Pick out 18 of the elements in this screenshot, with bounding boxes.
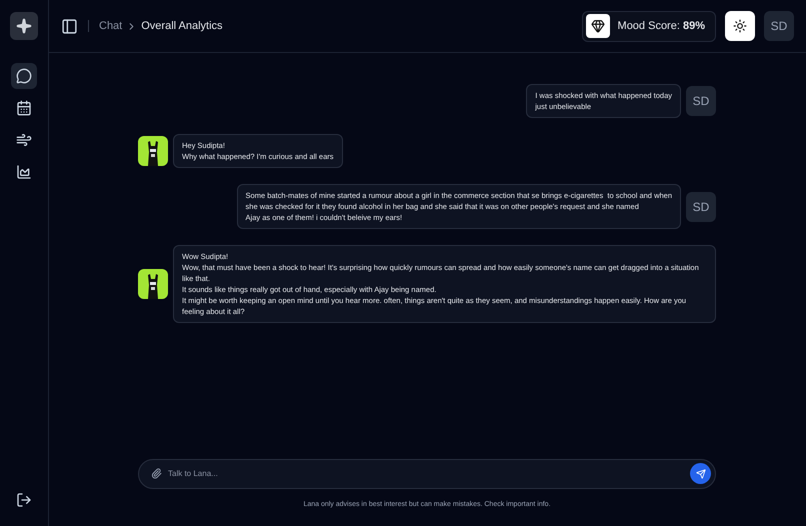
sidebar-toggle-icon[interactable] — [61, 18, 78, 34]
send-icon — [696, 468, 706, 478]
logout-icon[interactable] — [16, 492, 32, 508]
user-avatar[interactable]: SD — [764, 11, 794, 41]
mood-score-text: Mood Score: 89% — [618, 18, 705, 34]
breadcrumb-link[interactable]: Chat — [99, 18, 122, 34]
theme-toggle-button[interactable] — [725, 11, 755, 41]
gem-icon — [586, 14, 610, 38]
logo-icon[interactable] — [10, 12, 38, 40]
user-avatar: SD — [686, 86, 716, 116]
message-input[interactable]: Talk to Lana... — [168, 468, 690, 480]
chat-icon[interactable] — [11, 63, 37, 89]
message-field[interactable]: Talk to Lana... — [138, 458, 716, 488]
breadcrumb-current: Overall Analytics — [141, 18, 223, 34]
sun-icon — [733, 19, 747, 33]
send-button[interactable] — [690, 463, 711, 484]
user-avatar: SD — [686, 192, 716, 222]
attachment-icon — [151, 468, 162, 479]
